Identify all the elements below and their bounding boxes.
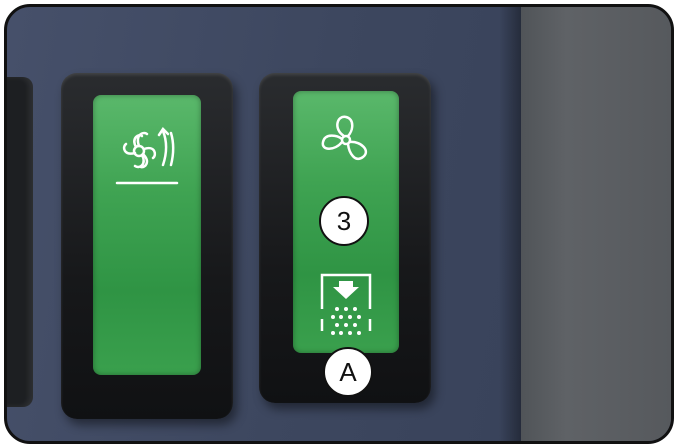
photo-frame: 3 A (4, 4, 674, 444)
fan-recirculation-icon (111, 125, 183, 191)
side-panel-shadow (499, 7, 521, 441)
defrost-vent-icon (317, 271, 375, 339)
side-panel (521, 7, 671, 441)
switch-face-recirculation (93, 95, 201, 375)
partial-switch-left (7, 77, 33, 407)
rocker-switch-recirculation[interactable] (61, 73, 233, 419)
callout-letter: A (323, 347, 373, 397)
callout-number: 3 (319, 196, 369, 246)
fan-icon (313, 111, 379, 169)
